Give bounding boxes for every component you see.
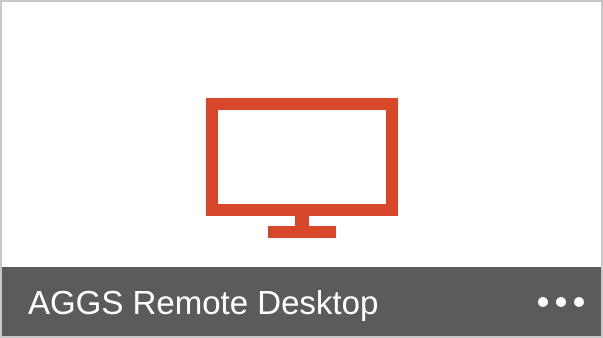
monitor-icon	[206, 98, 398, 238]
tile-icon-area	[2, 2, 601, 267]
app-tile[interactable]: AGGS Remote Desktop	[0, 0, 603, 338]
more-horizontal-icon	[538, 297, 584, 307]
tile-title: AGGS Remote Desktop	[28, 284, 379, 321]
tile-footer: AGGS Remote Desktop	[2, 267, 601, 336]
more-options-button[interactable]	[533, 287, 589, 317]
